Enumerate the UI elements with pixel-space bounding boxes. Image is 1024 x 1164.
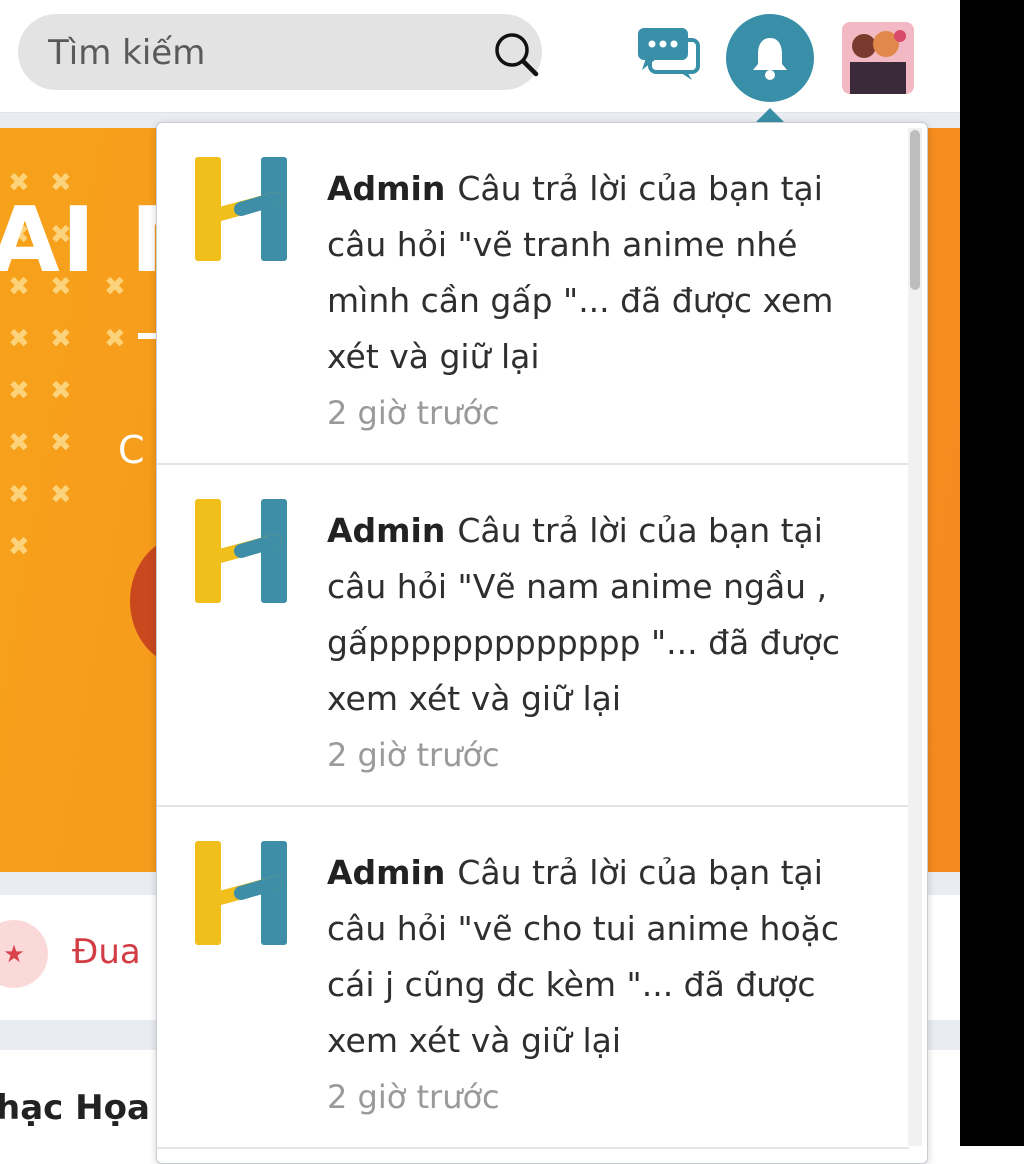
pattern-icon: ✖ — [8, 324, 30, 354]
pattern-icon: ✖ — [8, 376, 30, 406]
pattern-icon: ✖ — [8, 480, 30, 510]
notification-text: Admin Câu trả lời của bạn tại câu hỏi "vẽ… — [327, 161, 887, 441]
notifications-button[interactable] — [726, 14, 814, 102]
banner-subtitle: C — [118, 428, 145, 472]
notification-text: Admin Câu trả lời của bạn tại câu hỏi "Vẽ… — [327, 503, 887, 783]
search-input[interactable] — [46, 14, 470, 92]
avatar-image — [842, 22, 914, 94]
user-avatar[interactable] — [842, 22, 914, 94]
notification-author: Admin — [327, 511, 446, 550]
pattern-icon: ✖ — [104, 324, 126, 354]
notification-dropdown: Admin Câu trả lời của bạn tại câu hỏi "vẽ… — [156, 122, 928, 1164]
banner-divider — [138, 333, 156, 339]
dropdown-scrollbar-thumb[interactable] — [910, 130, 920, 290]
search-bar[interactable] — [18, 14, 542, 92]
search-icon[interactable] — [490, 28, 542, 80]
notification-author: Admin — [327, 169, 446, 208]
notification-item[interactable]: Admin Câu trả lời của bạn tại câu hỏi "vẽ… — [157, 123, 909, 465]
pattern-icon: ✖ — [50, 324, 72, 354]
category-label[interactable]: hạc Họa — [0, 1088, 150, 1128]
notification-text: Admin Câu trả lời của bạn tại câu hỏi "vẽ… — [327, 845, 887, 1125]
chat-bubbles-icon[interactable] — [634, 24, 704, 84]
race-tab-label[interactable]: Đua — [72, 932, 141, 972]
hoc24-logo-icon — [195, 841, 287, 945]
top-header — [0, 0, 960, 113]
hoc24-logo-icon — [195, 499, 287, 603]
pattern-icon: ✖ — [8, 428, 30, 458]
notification-time: 2 giờ trước — [327, 736, 500, 774]
pattern-icon: ✖ — [8, 532, 30, 562]
screen-edge — [960, 0, 1024, 1146]
notification-item[interactable]: Admin Câu trả lời của bạn tại câu hỏi "vẽ… — [157, 807, 909, 1149]
notification-item[interactable]: Admin Câu trả lời của bạn tại câu hỏi "Vẽ… — [157, 465, 909, 807]
notification-time: 2 giờ trước — [327, 394, 500, 432]
notification-author: Admin — [327, 853, 446, 892]
pattern-icon: ✖ — [50, 428, 72, 458]
pattern-icon: ✖ — [50, 480, 72, 510]
pattern-icon: ✖ — [50, 376, 72, 406]
notification-time: 2 giờ trước — [327, 1078, 500, 1116]
bell-icon — [753, 38, 787, 80]
hoc24-logo-icon — [195, 157, 287, 261]
